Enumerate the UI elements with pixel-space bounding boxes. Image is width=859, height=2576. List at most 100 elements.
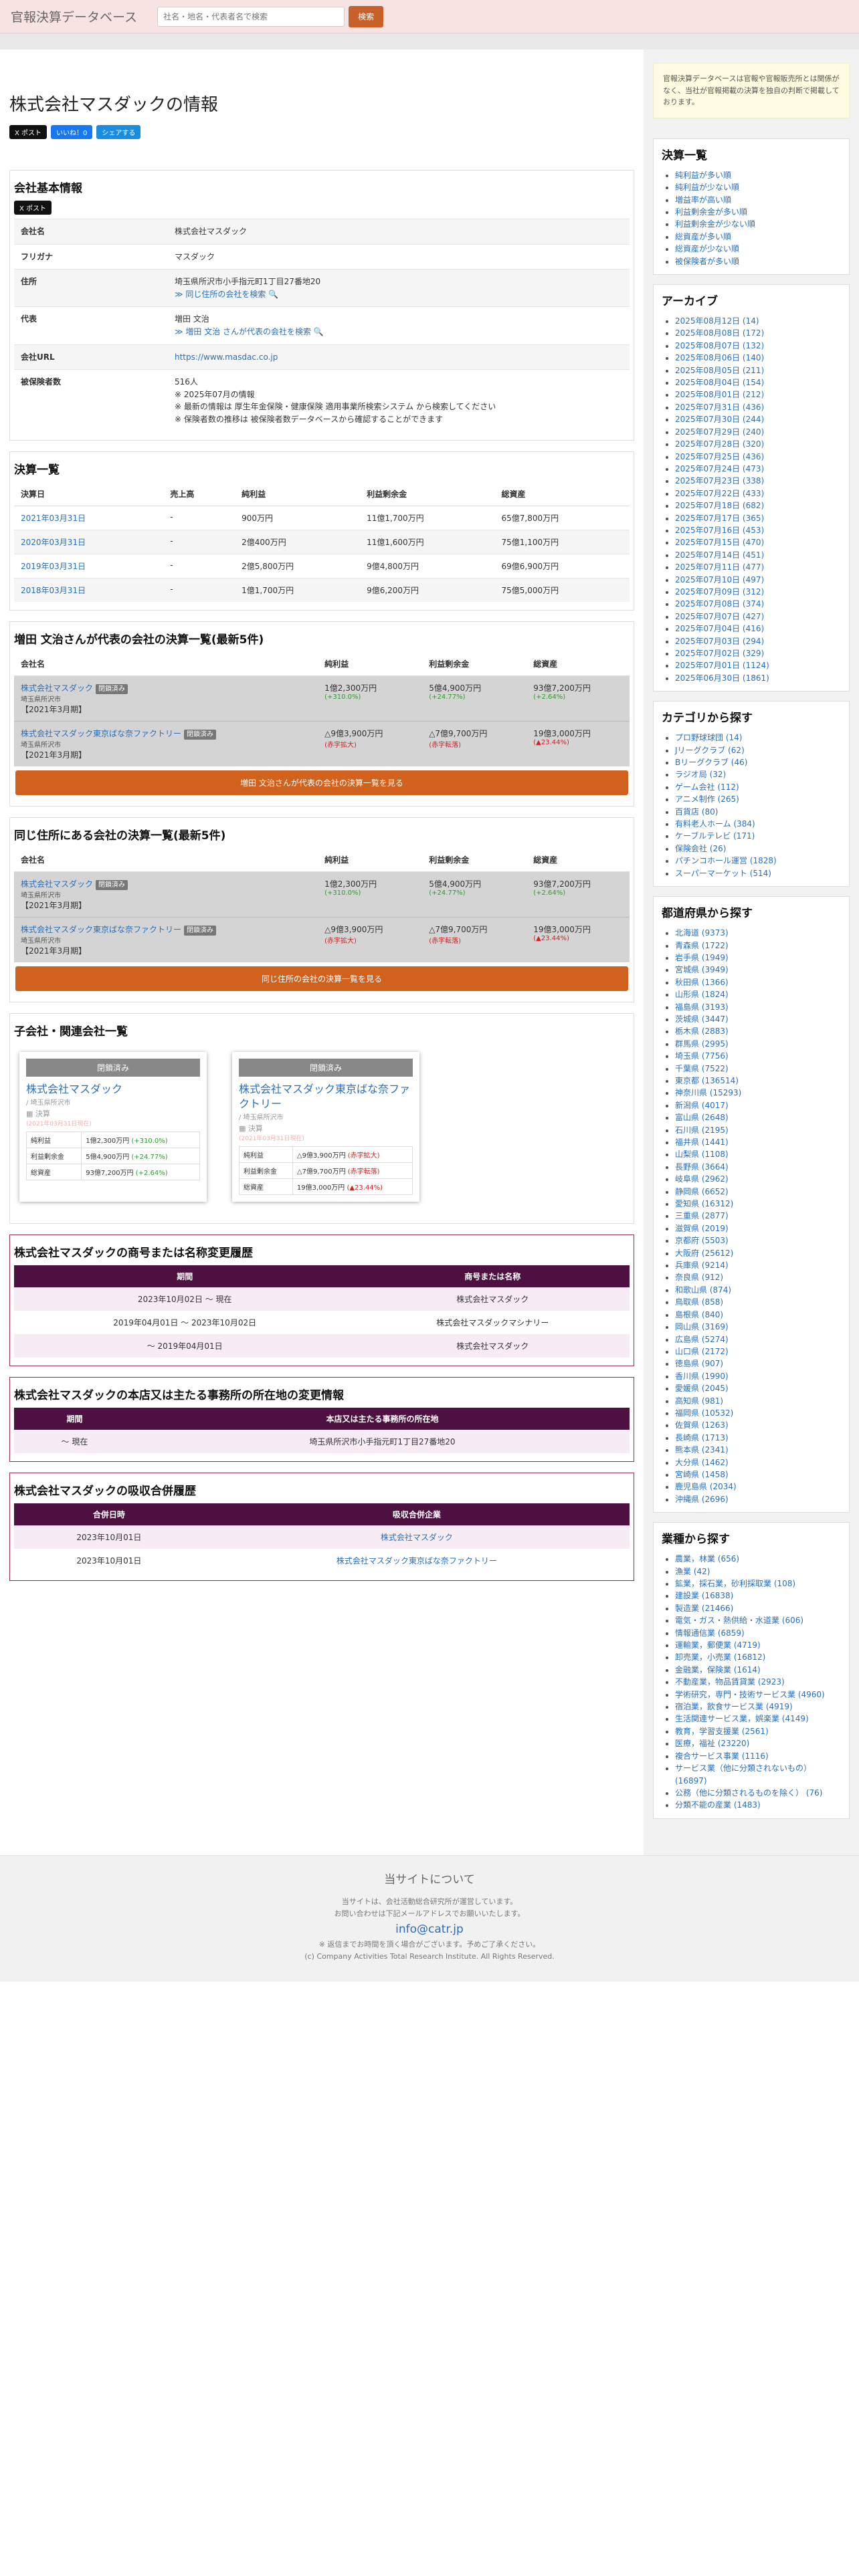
sidebar-prefecture-link[interactable]: 埼玉県 (7756): [675, 1051, 729, 1061]
sidebar-category-link[interactable]: Bリーグクラブ (46): [675, 758, 747, 767]
kessan-date-link[interactable]: 2021年03月31日: [21, 514, 86, 523]
sidebar-category-link[interactable]: アニメ制作 (265): [675, 794, 739, 804]
sidebar-industry-link[interactable]: 公務（他に分類されるものを除く） (76): [675, 1788, 822, 1798]
sidebar-prefecture-link[interactable]: 宮城県 (3949): [675, 965, 729, 974]
sidebar-archive-link[interactable]: 2025年07月08日 (374): [675, 599, 764, 609]
sidebar-prefecture-link[interactable]: 熊本県 (2341): [675, 1445, 729, 1455]
sidebar-industry-link[interactable]: 漁業 (42): [675, 1567, 710, 1576]
sidebar-kessan-link[interactable]: 純利益が多い順: [675, 171, 731, 180]
sidebar-kessan-link[interactable]: 増益率が高い順: [675, 195, 731, 205]
company-name-link[interactable]: 株式会社マスダック: [21, 683, 93, 693]
sidebar-archive-link[interactable]: 2025年07月10日 (497): [675, 575, 764, 584]
sidebar-archive-link[interactable]: 2025年07月11日 (477): [675, 562, 764, 572]
sidebar-archive-link[interactable]: 2025年07月07日 (427): [675, 612, 764, 621]
sidebar-category-link[interactable]: プロ野球球団 (14): [675, 733, 742, 742]
sidebar-prefecture-link[interactable]: 新潟県 (4017): [675, 1101, 729, 1110]
basic-info-link[interactable]: ≫ 増田 文治 さんが代表の会社を検索 🔍: [175, 327, 324, 336]
sidebar-industry-link[interactable]: 情報通信業 (6859): [675, 1628, 745, 1638]
sidebar-kessan-link[interactable]: 総資産が少ない順: [675, 244, 739, 253]
sidebar-category-link[interactable]: 有料老人ホーム (384): [675, 819, 755, 829]
sidebar-kessan-link[interactable]: 利益剰余金が多い順: [675, 207, 747, 217]
sidebar-prefecture-link[interactable]: 佐賀県 (1263): [675, 1420, 729, 1430]
sidebar-prefecture-link[interactable]: 広島県 (5274): [675, 1335, 729, 1344]
sidebar-prefecture-link[interactable]: 群馬県 (2995): [675, 1039, 729, 1049]
sidebar-prefecture-link[interactable]: 和歌山県 (874): [675, 1285, 731, 1295]
sidebar-prefecture-link[interactable]: 長崎県 (1713): [675, 1433, 729, 1442]
sidebar-industry-link[interactable]: 運輸業，郵便業 (4719): [675, 1640, 761, 1650]
sidebar-prefecture-link[interactable]: 島根県 (840): [675, 1310, 723, 1319]
sidebar-category-link[interactable]: 保険会社 (26): [675, 844, 726, 853]
sidebar-archive-link[interactable]: 2025年07月22日 (433): [675, 489, 764, 498]
sidebar-archive-link[interactable]: 2025年08月05日 (211): [675, 366, 764, 375]
sidebar-prefecture-link[interactable]: 山口県 (2172): [675, 1347, 729, 1356]
x-post-button-2[interactable]: X ポスト: [14, 201, 52, 215]
sidebar-industry-link[interactable]: 電気・ガス・熱供給・水道業 (606): [675, 1616, 803, 1625]
sidebar-archive-link[interactable]: 2025年08月08日 (172): [675, 328, 764, 338]
sidebar-archive-link[interactable]: 2025年07月30日 (244): [675, 415, 764, 424]
sidebar-category-link[interactable]: ゲーム会社 (112): [675, 782, 739, 792]
sidebar-prefecture-link[interactable]: 岐阜県 (2962): [675, 1174, 729, 1184]
sidebar-archive-link[interactable]: 2025年08月12日 (14): [675, 316, 759, 326]
sidebar-prefecture-link[interactable]: 鹿児島県 (2034): [675, 1482, 737, 1491]
same-address-more-button[interactable]: 同じ住所の会社の決算一覧を見る: [15, 966, 628, 991]
x-post-button[interactable]: X ポスト: [9, 125, 47, 139]
sidebar-prefecture-link[interactable]: 福島県 (3193): [675, 1002, 729, 1012]
sidebar-prefecture-link[interactable]: 京都府 (5503): [675, 1236, 729, 1245]
sidebar-prefecture-link[interactable]: 香川県 (1990): [675, 1372, 729, 1381]
sidebar-industry-link[interactable]: 学術研究，専門・技術サービス業 (4960): [675, 1690, 825, 1699]
company-name-link[interactable]: 株式会社マスダック東京ばな奈ファクトリー: [21, 925, 181, 934]
sidebar-archive-link[interactable]: 2025年08月01日 (212): [675, 390, 764, 399]
sidebar-archive-link[interactable]: 2025年07月09日 (312): [675, 587, 764, 597]
sidebar-industry-link[interactable]: 卸売業，小売業 (16812): [675, 1652, 765, 1662]
sidebar-prefecture-link[interactable]: 茨城県 (3447): [675, 1014, 729, 1024]
sidebar-archive-link[interactable]: 2025年07月31日 (436): [675, 403, 764, 412]
sidebar-archive-link[interactable]: 2025年07月25日 (436): [675, 452, 764, 461]
sidebar-industry-link[interactable]: 不動産業，物品賃貸業 (2923): [675, 1677, 785, 1687]
sidebar-prefecture-link[interactable]: 福岡県 (10532): [675, 1408, 733, 1418]
sidebar-prefecture-link[interactable]: 愛媛県 (2045): [675, 1384, 729, 1393]
sidebar-archive-link[interactable]: 2025年07月28日 (320): [675, 439, 764, 449]
sidebar-prefecture-link[interactable]: 徳島県 (907): [675, 1359, 723, 1368]
sidebar-prefecture-link[interactable]: 大分県 (1462): [675, 1458, 729, 1467]
sidebar-prefecture-link[interactable]: 宮崎県 (1458): [675, 1470, 729, 1479]
sidebar-industry-link[interactable]: 生活関連サービス業，娯楽業 (4149): [675, 1714, 809, 1723]
sidebar-kessan-link[interactable]: 総資産が多い順: [675, 232, 731, 241]
sidebar-archive-link[interactable]: 2025年07月16日 (453): [675, 526, 764, 535]
sidebar-kessan-link[interactable]: 被保険者が多い順: [675, 257, 739, 266]
sidebar-prefecture-link[interactable]: 山形県 (1824): [675, 990, 729, 999]
sidebar-prefecture-link[interactable]: 北海道 (9373): [675, 928, 729, 938]
kessan-date-link[interactable]: 2020年03月31日: [21, 538, 86, 547]
sidebar-archive-link[interactable]: 2025年07月01日 (1124): [675, 661, 769, 670]
sidebar-archive-link[interactable]: 2025年08月06日 (140): [675, 353, 764, 362]
sidebar-prefecture-link[interactable]: 愛知県 (16312): [675, 1199, 733, 1208]
sidebar-industry-link[interactable]: 製造業 (21466): [675, 1604, 733, 1613]
sidebar-category-link[interactable]: スーパーマーケット (514): [675, 869, 771, 878]
sidebar-prefecture-link[interactable]: 青森県 (1722): [675, 941, 729, 950]
sidebar-archive-link[interactable]: 2025年08月04日 (154): [675, 378, 764, 387]
search-button[interactable]: 検索: [349, 5, 384, 27]
sidebar-prefecture-link[interactable]: 東京都 (136514): [675, 1076, 739, 1085]
basic-info-link[interactable]: https://www.masdac.co.jp: [175, 352, 278, 362]
sidebar-kessan-link[interactable]: 利益剰余金が少ない順: [675, 219, 755, 229]
sidebar-archive-link[interactable]: 2025年07月18日 (682): [675, 501, 764, 510]
history-link[interactable]: 株式会社マスダック東京ばな奈ファクトリー: [337, 1556, 497, 1566]
facebook-share-button[interactable]: シェアする: [96, 125, 141, 139]
sidebar-industry-link[interactable]: 金融業，保険業 (1614): [675, 1665, 761, 1675]
sidebar-industry-link[interactable]: 複合サービス事業 (1116): [675, 1751, 769, 1761]
sidebar-prefecture-link[interactable]: 石川県 (2195): [675, 1125, 729, 1135]
card-company-link[interactable]: 株式会社マスダック: [26, 1083, 122, 1095]
sidebar-category-link[interactable]: パチンコホール運営 (1828): [675, 856, 777, 865]
kessan-date-link[interactable]: 2018年03月31日: [21, 586, 86, 595]
sidebar-archive-link[interactable]: 2025年07月17日 (365): [675, 514, 764, 523]
sidebar-archive-link[interactable]: 2025年07月15日 (470): [675, 538, 764, 547]
sidebar-archive-link[interactable]: 2025年06月30日 (1861): [675, 673, 769, 683]
sidebar-archive-link[interactable]: 2025年07月14日 (451): [675, 550, 764, 560]
sidebar-prefecture-link[interactable]: 富山県 (2648): [675, 1113, 729, 1122]
sidebar-prefecture-link[interactable]: 岩手県 (1949): [675, 953, 729, 962]
sidebar-archive-link[interactable]: 2025年07月29日 (240): [675, 427, 764, 437]
sidebar-archive-link[interactable]: 2025年07月03日 (294): [675, 637, 764, 646]
sidebar-industry-link[interactable]: 医療，福祉 (23220): [675, 1739, 749, 1748]
sidebar-prefecture-link[interactable]: 千葉県 (7522): [675, 1064, 729, 1073]
sidebar-prefecture-link[interactable]: 山梨県 (1108): [675, 1150, 729, 1159]
sidebar-industry-link[interactable]: 鉱業，採石業，砂利採取業 (108): [675, 1579, 795, 1588]
